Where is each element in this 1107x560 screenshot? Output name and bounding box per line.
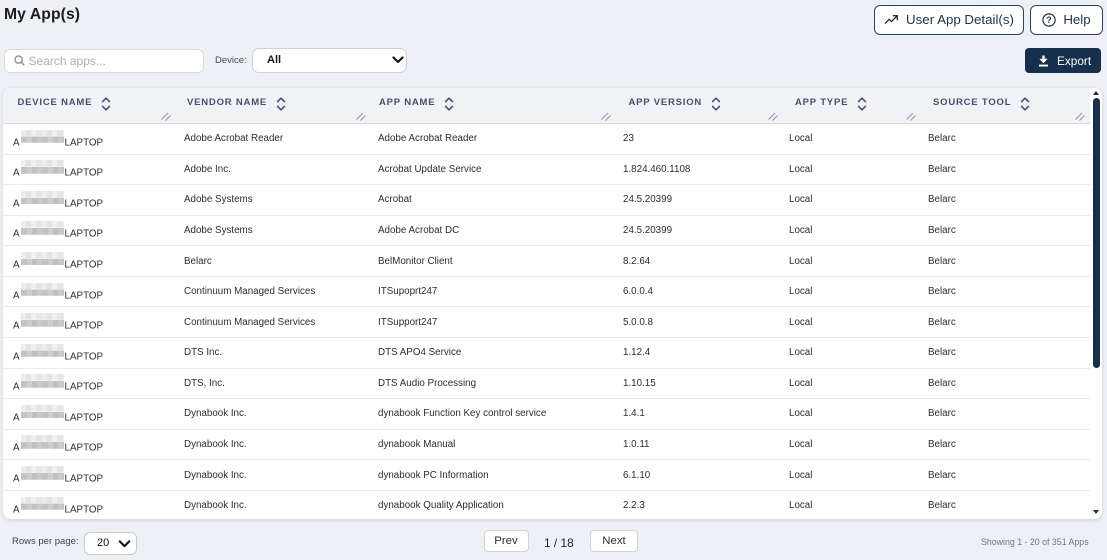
svg-text:?: ?	[1047, 15, 1053, 25]
